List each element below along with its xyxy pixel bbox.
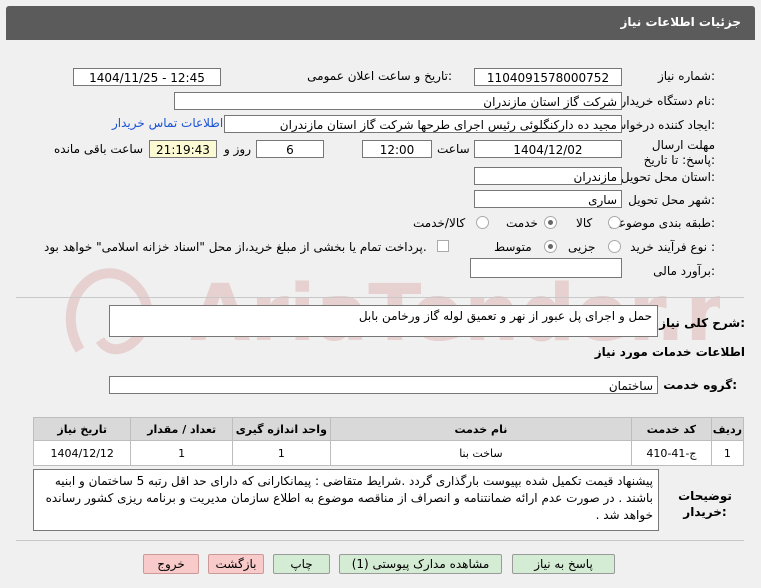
exit-button[interactable]: خروج xyxy=(143,554,199,574)
days-label: روز و xyxy=(224,142,251,156)
province-label: استان محل تحویل: xyxy=(620,170,715,184)
category-goods-label: کالا xyxy=(576,216,593,230)
description-label: شرح کلی نیاز: xyxy=(659,316,745,330)
buyer-notes-label: توضیحات خریدار: xyxy=(678,489,732,519)
buyer-org-label: نام دستگاه خریدار: xyxy=(620,94,716,108)
table-row[interactable]: 1404/12/12 1 1 ساخت بنا ج-41-410 1 xyxy=(32,440,745,466)
time-label: ساعت xyxy=(437,142,470,156)
deadline-time-field[interactable]: 12:00 xyxy=(362,140,432,158)
deadline-date-field[interactable]: 1404/12/02 xyxy=(474,140,622,158)
need-number-label: شماره نیاز: xyxy=(657,69,715,83)
province-field[interactable]: مازندران xyxy=(474,167,622,185)
remaining-time-field[interactable]: 21:19:43 xyxy=(149,140,217,158)
category-goods-radio[interactable] xyxy=(608,216,621,229)
col-service-code: کد خدمت xyxy=(631,417,712,441)
days-remaining-field[interactable]: 6 xyxy=(256,140,324,158)
process-minor-label: جزیی xyxy=(568,240,596,254)
estimate-field[interactable] xyxy=(470,258,622,278)
treasury-payment-checkbox[interactable] xyxy=(437,240,449,252)
category-label: طبقه بندی موضوعی: xyxy=(608,216,715,230)
need-number-field[interactable]: 1104091578000752 xyxy=(474,68,622,86)
col-service-name: نام خدمت xyxy=(329,417,633,441)
divider xyxy=(16,297,744,298)
cell-row-number: 1 xyxy=(710,440,745,466)
announce-field[interactable]: 1404/11/25 - 12:45 xyxy=(73,68,221,86)
remaining-label: ساعت باقی مانده xyxy=(54,142,144,156)
cell-need-date: 1404/12/12 xyxy=(32,440,132,466)
announce-label: تاریخ و ساعت اعلان عمومی: xyxy=(307,69,452,83)
contact-buyer-link[interactable]: اطلاعات تماس خریدار xyxy=(112,116,223,130)
category-service-radio[interactable] xyxy=(544,216,557,229)
cell-quantity: 1 xyxy=(130,440,233,466)
estimate-label: برآورد مالی: xyxy=(653,264,715,278)
col-unit: واحد اندازه گیری xyxy=(231,417,331,441)
col-need-date: تاریخ نیاز xyxy=(32,417,132,441)
service-group-field[interactable]: ساختمان xyxy=(109,376,658,394)
view-attachments-button[interactable]: مشاهده مدارک پیوستی (1) xyxy=(339,554,502,574)
services-table: تاریخ نیاز تعداد / مقدار واحد اندازه گیر… xyxy=(32,417,745,466)
service-group-label: گروه خدمت: xyxy=(663,378,737,392)
print-button[interactable]: چاپ xyxy=(273,554,330,574)
creator-field[interactable]: مجید ده دارکنگلوئی رئیس اجرای طرحها شرکت… xyxy=(224,115,622,133)
category-goods-service-label: کالا/خدمت xyxy=(413,216,466,230)
process-medium-radio[interactable] xyxy=(544,240,557,253)
category-service-label: خدمت xyxy=(506,216,538,230)
buyer-org-field[interactable]: شرکت گاز استان مازندران xyxy=(174,92,622,110)
cell-service-name: ساخت بنا xyxy=(329,440,633,466)
buyer-notes-textarea[interactable]: پیشنهاد قیمت تکمیل شده بپیوست بارگذاری گ… xyxy=(33,469,659,531)
table-header-row: تاریخ نیاز تعداد / مقدار واحد اندازه گیر… xyxy=(32,417,745,441)
city-field[interactable]: ساری xyxy=(474,190,622,208)
divider-bottom xyxy=(16,540,744,541)
title-bar: جزئیات اطلاعات نیاز xyxy=(6,6,755,40)
col-quantity: تعداد / مقدار xyxy=(130,417,233,441)
page-title: جزئیات اطلاعات نیاز xyxy=(620,15,741,29)
deadline-label: مهلت ارسال پاسخ: تا تاریخ: xyxy=(643,138,715,167)
reply-button[interactable]: پاسخ به نیاز xyxy=(512,554,615,574)
services-section-title: اطلاعات خدمات مورد نیاز xyxy=(594,345,745,359)
process-minor-radio[interactable] xyxy=(608,240,621,253)
cell-service-code: ج-41-410 xyxy=(631,440,712,466)
treasury-payment-text: پرداخت تمام یا بخشی از مبلغ خرید،از محل … xyxy=(44,240,427,254)
category-goods-service-radio[interactable] xyxy=(476,216,489,229)
col-row-number: ردیف xyxy=(710,417,745,441)
back-button[interactable]: بازگشت xyxy=(208,554,264,574)
description-textarea[interactable]: حمل و اجرای پل عبور از نهر و تعمیق لوله … xyxy=(109,305,658,337)
cell-unit: 1 xyxy=(231,440,331,466)
city-label: شهر محل تحویل: xyxy=(628,193,715,207)
process-label: نوع فرآیند خرید : xyxy=(630,240,715,254)
process-medium-label: متوسط xyxy=(494,240,532,254)
